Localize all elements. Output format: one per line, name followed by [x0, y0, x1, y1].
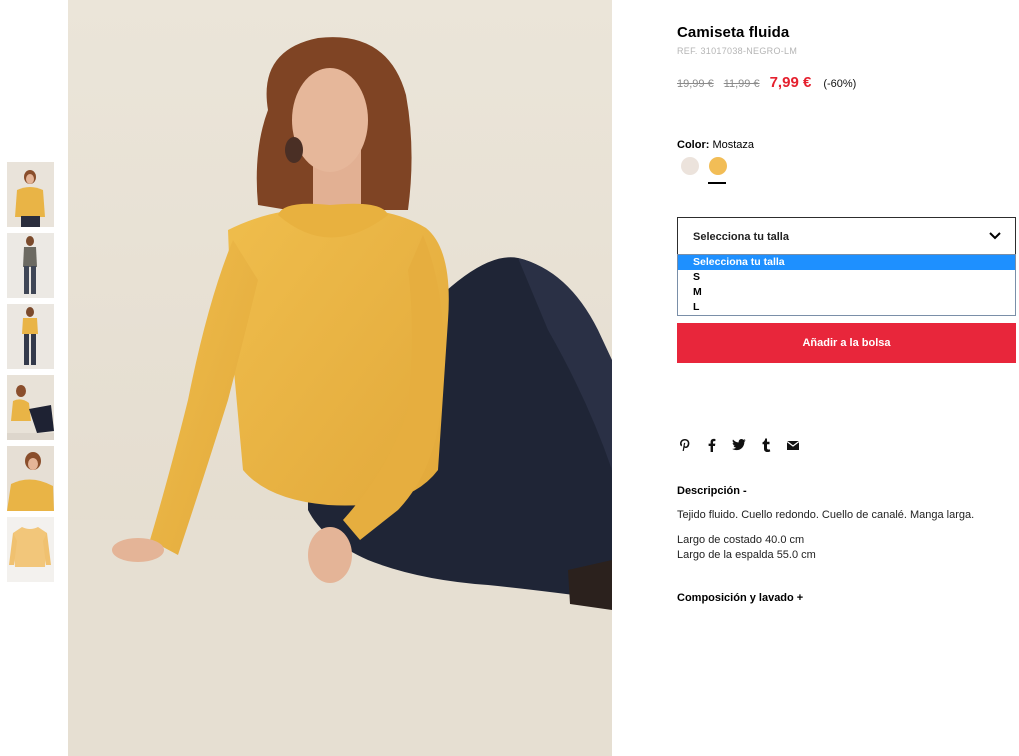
product-main-image	[68, 0, 612, 756]
chevron-down-icon	[989, 232, 1001, 240]
email-icon[interactable]	[786, 437, 800, 453]
twitter-icon[interactable]	[732, 437, 746, 453]
swatch-cream[interactable]	[681, 157, 699, 175]
size-select-label: Selecciona tu talla	[693, 231, 789, 243]
thumbnail-2[interactable]	[7, 233, 54, 298]
swatch-mustard[interactable]	[708, 157, 727, 184]
thumbnail-6[interactable]	[7, 517, 54, 582]
size-option-s[interactable]: S	[678, 270, 1015, 285]
size-dropdown: Selecciona tu talla S M L	[677, 254, 1016, 316]
color-label: Color:	[677, 139, 710, 151]
size-option-m[interactable]: M	[678, 285, 1015, 300]
thumbnail-5[interactable]	[7, 446, 54, 511]
product-reference: REF. 31017038-NEGRO-LM	[677, 46, 798, 56]
size-option-placeholder[interactable]: Selecciona tu talla	[678, 255, 1015, 270]
color-label-row: Color: Mostaza	[677, 139, 754, 151]
thumbnail-list	[7, 162, 54, 588]
original-price-2: 11,99 €	[723, 78, 760, 90]
facebook-icon[interactable]	[705, 437, 719, 453]
description-text: Tejido fluido. Cuello redondo. Cuello de…	[677, 509, 975, 521]
current-price: 7,99 €	[769, 74, 812, 91]
pinterest-icon[interactable]	[678, 437, 692, 453]
tumblr-icon[interactable]	[759, 437, 773, 453]
price-row: 19,99 € 11,99 € 7,99 € (-60%)	[677, 74, 856, 91]
discount-badge: (-60%)	[823, 78, 857, 90]
original-price-1: 19,99 €	[677, 78, 714, 90]
description-back-length: Largo de la espalda 55.0 cm	[677, 549, 816, 561]
thumbnail-1[interactable]	[7, 162, 54, 227]
add-to-bag-button[interactable]: Añadir a la bolsa	[677, 323, 1016, 363]
composition-heading[interactable]: Composición y lavado +	[677, 592, 803, 604]
product-title: Camiseta fluida	[677, 24, 790, 41]
size-option-l[interactable]: L	[678, 300, 1015, 315]
color-swatches	[681, 157, 727, 184]
share-icons	[678, 437, 800, 453]
color-value: Mostaza	[712, 139, 755, 151]
size-select[interactable]: Selecciona tu talla	[677, 217, 1016, 255]
description-side-length: Largo de costado 40.0 cm	[677, 534, 805, 546]
thumbnail-4[interactable]	[7, 375, 54, 440]
description-heading[interactable]: Descripción -	[677, 485, 747, 497]
thumbnail-3[interactable]	[7, 304, 54, 369]
